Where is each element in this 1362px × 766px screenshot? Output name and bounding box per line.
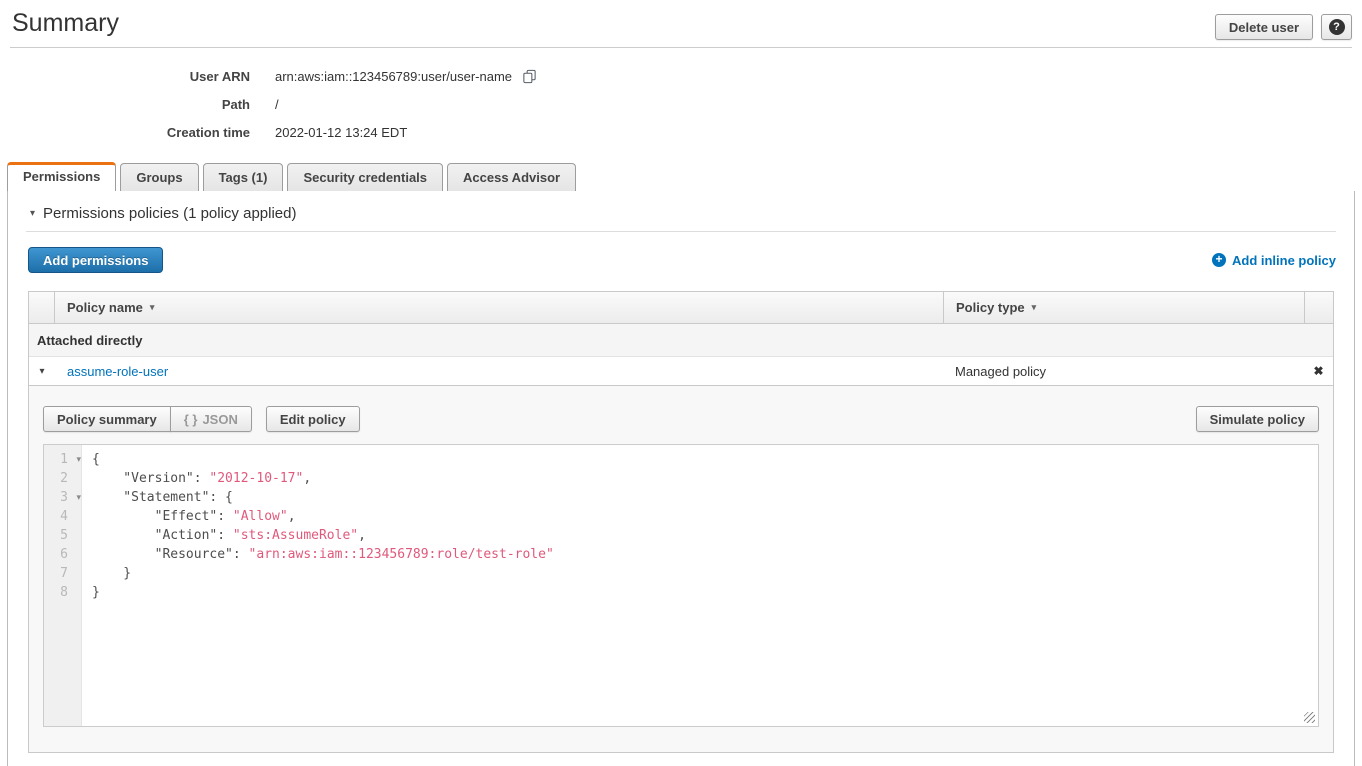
path-label: Path	[0, 97, 250, 112]
collapse-caret-icon: ▾	[30, 208, 35, 219]
sort-caret-icon: ▾	[150, 302, 155, 313]
tab-groups[interactable]: Groups	[120, 163, 198, 191]
policy-name-column-header[interactable]: Policy name ▾	[55, 300, 943, 315]
page-title: Summary	[10, 0, 1352, 38]
user-arn-label: User ARN	[0, 69, 250, 84]
row-expander-caret-icon[interactable]: ▾	[39, 366, 44, 377]
tab-security-credentials[interactable]: Security credentials	[287, 163, 443, 191]
policy-table: Policy name ▾ Policy type ▾ Attached dir…	[28, 291, 1334, 753]
user-arn-value: arn:aws:iam::123456789:user/user-name	[275, 69, 512, 84]
editor-resize-handle[interactable]	[1304, 712, 1315, 723]
permissions-policies-title: Permissions policies (1 policy applied)	[43, 205, 296, 222]
detach-policy-icon[interactable]: ✖	[1313, 364, 1323, 378]
attached-directly-group-row: Attached directly	[29, 324, 1333, 357]
simulate-policy-button[interactable]: Simulate policy	[1196, 406, 1319, 432]
actions-column-header	[1304, 292, 1333, 323]
permissions-policies-section-header[interactable]: ▾ Permissions policies (1 policy applied…	[8, 191, 1354, 222]
tab-bar: Permissions Groups Tags (1) Security cre…	[7, 162, 1362, 191]
page-header: Summary Delete user ?	[10, 0, 1352, 48]
policy-view-button-group: Policy summary { } JSON	[43, 406, 252, 432]
policy-table-header: Policy name ▾ Policy type ▾	[29, 292, 1333, 324]
creation-time-value: 2022-01-12 13:24 EDT	[275, 125, 407, 140]
policy-json-editor[interactable]: 1▾23▾45678 { "Version": "2012-10-17", "S…	[43, 444, 1319, 727]
header-actions: Delete user ?	[1215, 14, 1352, 40]
permissions-tab-panel: ▾ Permissions policies (1 policy applied…	[7, 191, 1355, 766]
path-row: Path /	[0, 90, 1362, 118]
path-value: /	[275, 97, 279, 112]
policy-row: ▾ assume-role-user Managed policy ✖	[29, 357, 1333, 386]
policy-type-cell: Managed policy	[943, 357, 1304, 385]
creation-time-label: Creation time	[0, 125, 250, 140]
help-button[interactable]: ?	[1321, 14, 1352, 40]
policy-summary-button[interactable]: Policy summary	[43, 406, 171, 432]
json-view-button[interactable]: { } JSON	[170, 406, 252, 432]
tab-permissions[interactable]: Permissions	[7, 162, 116, 191]
copy-icon[interactable]	[522, 69, 537, 84]
policy-name-link[interactable]: assume-role-user	[67, 364, 168, 379]
edit-policy-button[interactable]: Edit policy	[266, 406, 360, 432]
policy-detail-panel: Policy summary { } JSON Edit policy Simu…	[29, 386, 1333, 752]
help-icon: ?	[1329, 19, 1345, 35]
policy-detail-toolbar: Policy summary { } JSON Edit policy Simu…	[43, 406, 1319, 432]
tab-tags[interactable]: Tags (1)	[203, 163, 284, 191]
policy-actions-row: Add permissions + Add inline policy	[28, 247, 1336, 273]
sort-caret-icon: ▾	[1032, 302, 1037, 313]
plus-icon: +	[1212, 253, 1226, 267]
braces-icon: { }	[184, 412, 198, 427]
expander-column-header	[29, 292, 55, 323]
editor-code[interactable]: { "Version": "2012-10-17", "Statement": …	[82, 445, 1318, 602]
creation-time-row: Creation time 2022-01-12 13:24 EDT	[0, 118, 1362, 146]
editor-gutter: 1▾23▾45678	[44, 445, 82, 726]
add-inline-policy-link[interactable]: + Add inline policy	[1212, 253, 1336, 268]
policy-type-column-header[interactable]: Policy type ▾	[943, 292, 1304, 323]
summary-fields: User ARN arn:aws:iam::123456789:user/use…	[0, 62, 1362, 146]
section-divider	[26, 231, 1336, 232]
tab-access-advisor[interactable]: Access Advisor	[447, 163, 576, 191]
delete-user-button[interactable]: Delete user	[1215, 14, 1313, 40]
add-permissions-button[interactable]: Add permissions	[28, 247, 163, 273]
user-arn-row: User ARN arn:aws:iam::123456789:user/use…	[0, 62, 1362, 90]
